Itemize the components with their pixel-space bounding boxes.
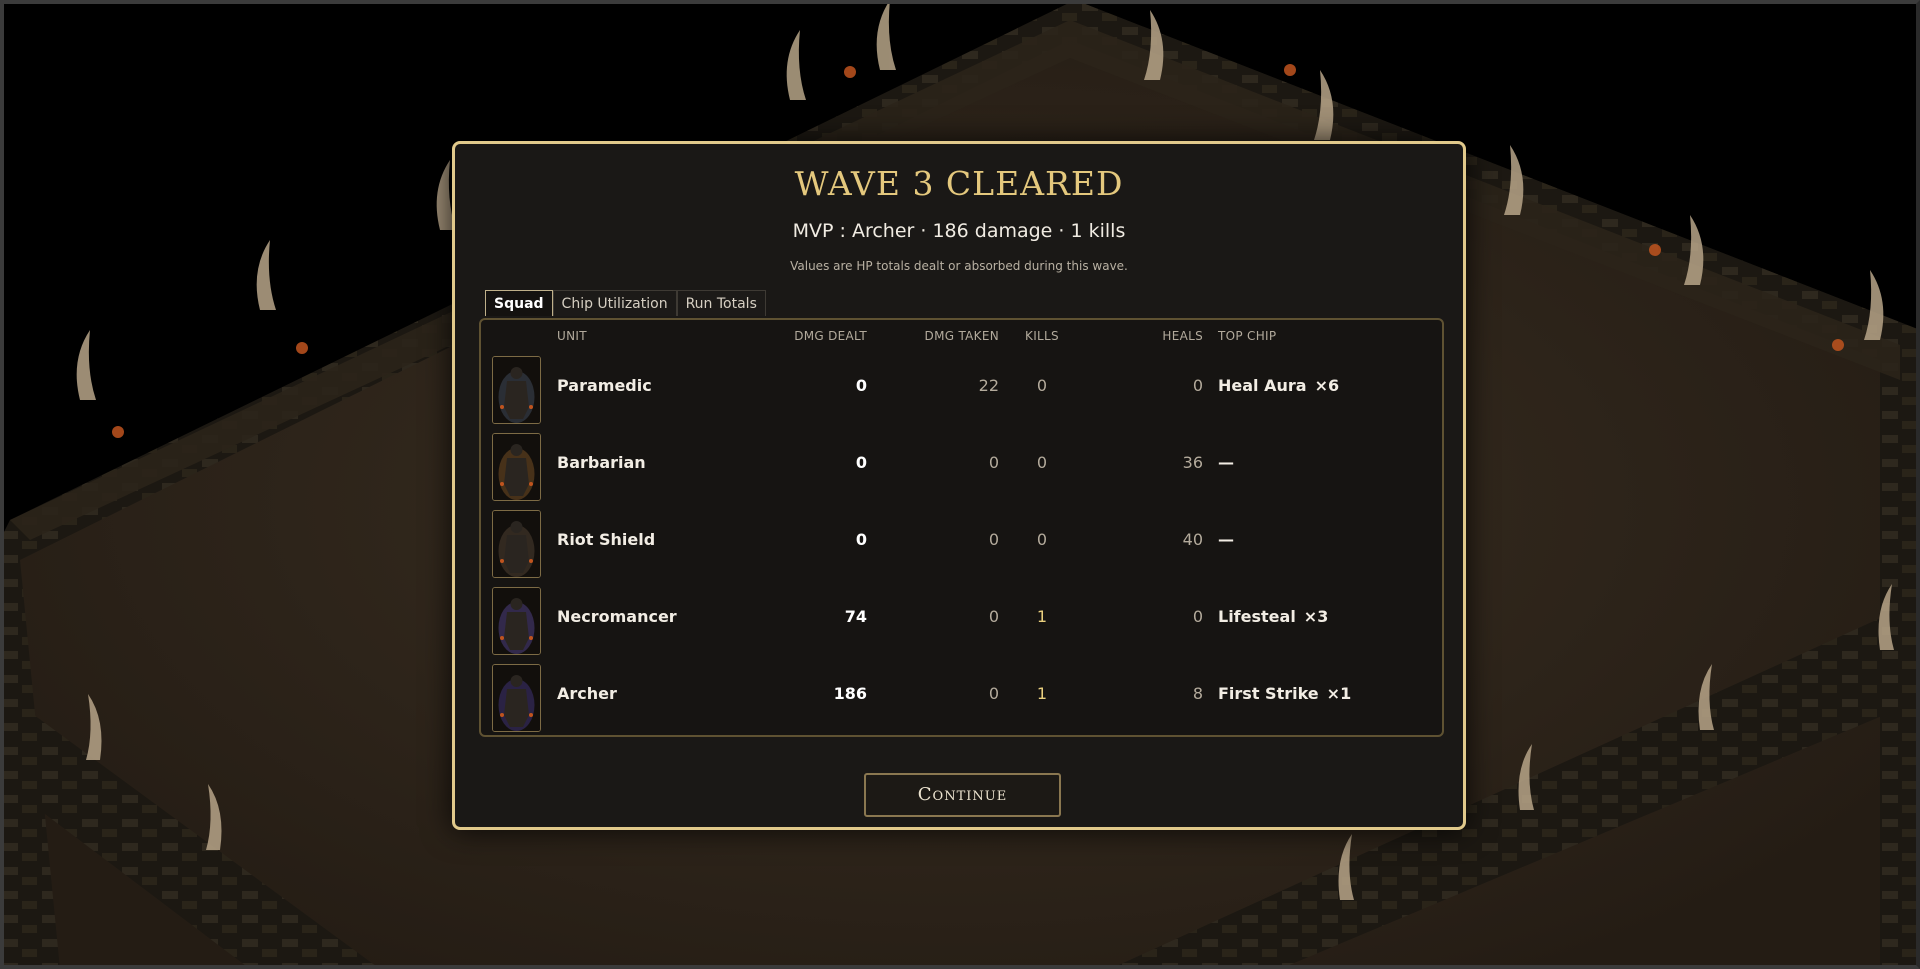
top-chip-value: — <box>1218 453 1242 472</box>
necromancer-portrait-icon <box>493 588 540 654</box>
top-chip-value: Lifesteal ×3 <box>1218 607 1328 626</box>
kills-value: 0 <box>1036 530 1048 549</box>
heals-value: 8 <box>1192 684 1203 703</box>
barbarian-portrait-icon <box>493 434 540 500</box>
values-note: Values are HP totals dealt or absorbed d… <box>790 259 1128 273</box>
table-row: Paramedic 0 22 0 0 Heal Aura ×6 <box>481 349 1442 426</box>
dmg-taken-value: 0 <box>988 453 999 472</box>
table-row: Barbarian 0 0 0 36 — <box>481 426 1442 503</box>
top-chip-name: Lifesteal <box>1218 607 1296 626</box>
paramedic-portrait-icon <box>493 357 540 423</box>
kills-value: 0 <box>1036 453 1048 472</box>
table-row: Necromancer 74 0 1 0 Lifesteal ×3 <box>481 580 1442 657</box>
dmg-taken-value: 22 <box>978 376 999 395</box>
dmg-dealt-value: 186 <box>833 684 867 703</box>
unit-name: Paramedic <box>557 376 652 395</box>
header-dmg-dealt: DMG DEALT <box>794 329 867 343</box>
unit-name: Barbarian <box>557 453 646 472</box>
kills-value: 1 <box>1036 607 1048 626</box>
top-chip-multiplier: ×1 <box>1326 684 1352 703</box>
unit-portrait <box>492 587 541 655</box>
unit-portrait <box>492 510 541 578</box>
dmg-taken-value: 0 <box>988 684 999 703</box>
top-chip-value: Heal Aura ×6 <box>1218 376 1339 395</box>
heals-value: 36 <box>1182 453 1203 472</box>
top-chip-value: — <box>1218 530 1242 549</box>
top-chip-multiplier: ×6 <box>1314 376 1340 395</box>
tab-bar: Squad Chip Utilization Run Totals <box>485 290 766 318</box>
header-heals: HEALS <box>1162 329 1203 343</box>
dmg-dealt-value: 0 <box>855 453 867 472</box>
archer-portrait-icon <box>493 665 540 731</box>
table-row: Archer 186 0 1 8 First Strike ×1 <box>481 657 1442 734</box>
dmg-dealt-value: 0 <box>855 376 867 395</box>
table-row: Riot Shield 0 0 0 40 — <box>481 503 1442 580</box>
dmg-taken-value: 0 <box>988 530 999 549</box>
top-chip-value: First Strike ×1 <box>1218 684 1351 703</box>
dmg-taken-value: 0 <box>988 607 999 626</box>
heals-value: 0 <box>1192 376 1203 395</box>
tab-squad[interactable]: Squad <box>485 290 553 316</box>
dialog-title: WAVE 3 CLEARED <box>794 164 1124 203</box>
top-chip-name: Heal Aura <box>1218 376 1307 395</box>
header-dmg-taken: DMG TAKEN <box>924 329 999 343</box>
unit-name: Archer <box>557 684 617 703</box>
unit-name: Necromancer <box>557 607 677 626</box>
dmg-dealt-value: 74 <box>844 607 867 626</box>
riot-shield-portrait-icon <box>493 511 540 577</box>
tab-run-totals[interactable]: Run Totals <box>676 290 766 316</box>
header-unit: UNIT <box>557 329 587 343</box>
mvp-summary: MVP : Archer · 186 damage · 1 kills <box>792 220 1126 242</box>
unit-name: Riot Shield <box>557 530 656 549</box>
dmg-dealt-value: 0 <box>855 530 867 549</box>
heals-value: 40 <box>1182 530 1203 549</box>
tab-chip-utilization[interactable]: Chip Utilization <box>552 290 677 316</box>
unit-portrait <box>492 356 541 424</box>
header-top-chip: TOP CHIP <box>1218 329 1277 343</box>
unit-portrait <box>492 664 541 732</box>
top-chip-name: — <box>1218 453 1234 472</box>
top-chip-name: — <box>1218 530 1234 549</box>
continue-button[interactable]: Continue <box>864 773 1061 817</box>
squad-stats-table: UNIT DMG DEALT DMG TAKEN KILLS HEALS TOP… <box>479 318 1444 737</box>
top-chip-multiplier: ×3 <box>1303 607 1329 626</box>
heals-value: 0 <box>1192 607 1203 626</box>
wave-summary-dialog: WAVE 3 CLEARED MVP : Archer · 186 damage… <box>452 141 1466 830</box>
unit-portrait <box>492 433 541 501</box>
kills-value: 0 <box>1036 376 1048 395</box>
kills-value: 1 <box>1036 684 1048 703</box>
header-kills: KILLS <box>1025 329 1059 343</box>
top-chip-name: First Strike <box>1218 684 1319 703</box>
